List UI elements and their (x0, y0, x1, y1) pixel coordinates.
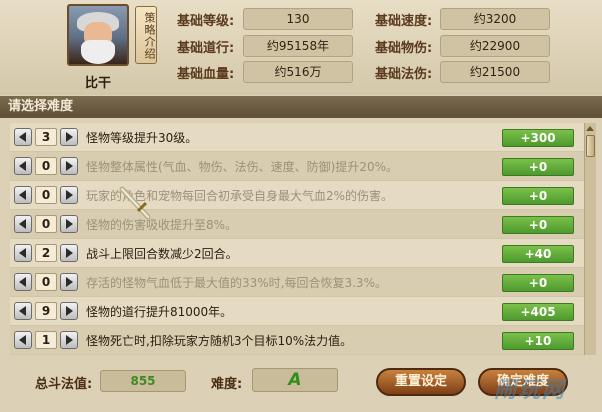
strategy-intro-button[interactable]: 策略介绍 (135, 6, 157, 64)
difficulty-description: 怪物的伤害吸收提升至8%。 (86, 218, 238, 232)
increase-button[interactable] (60, 244, 78, 262)
difficulty-description: 怪物死亡时,扣除玩家方随机3个目标10%法力值。 (86, 334, 353, 348)
difficulty-row: 0 怪物的伤害吸收提升至8%。 +0 (10, 210, 584, 239)
stat-label-speed: 基础速度: (375, 14, 433, 29)
difficulty-panel-title: 请选择难度 (0, 96, 602, 118)
stat-value-magic-dmg: 约21500 (440, 61, 550, 83)
stat-value-phys-dmg: 约22900 (440, 35, 550, 57)
total-power-label: 总斗法值: (35, 377, 93, 392)
decrease-button[interactable] (14, 128, 32, 146)
bonus-value: +405 (502, 303, 574, 321)
difficulty-description: 怪物的道行提升81000年。 (86, 305, 233, 319)
stat-label-level: 基础等级: (177, 14, 235, 29)
difficulty-window: 比干 策略介绍 基础等级: 130 基础道行: 约95158年 基础血量: 约5… (0, 0, 602, 412)
increase-button[interactable] (60, 215, 78, 233)
portrait-beard (81, 40, 115, 64)
stat-label-hp: 基础血量: (177, 67, 235, 82)
decrease-button[interactable] (14, 302, 32, 320)
decrease-button[interactable] (14, 157, 32, 175)
decrease-button[interactable] (14, 273, 32, 291)
difficulty-row: 0 玩家的角色和宠物每回合初承受自身最大气血2%的伤害。 +0 (10, 181, 584, 210)
difficulty-level: 1 (35, 331, 57, 349)
stat-label-phys-dmg: 基础物伤: (375, 41, 433, 56)
stat-label-magic-dmg: 基础法伤: (375, 67, 433, 82)
difficulty-description: 存活的怪物气血低于最大值的33%时,每回合恢复3.3%。 (86, 276, 387, 290)
stat-label-daoxing: 基础道行: (177, 41, 235, 56)
bonus-value: +300 (502, 129, 574, 147)
increase-button[interactable] (60, 157, 78, 175)
increase-button[interactable] (60, 331, 78, 349)
list-scrollbar[interactable] (584, 123, 596, 355)
reset-settings-button[interactable]: 重置设定 (376, 368, 466, 396)
increase-button[interactable] (60, 186, 78, 204)
stat-value-hp: 约516万 (243, 61, 353, 83)
difficulty-row: 9 怪物的道行提升81000年。 +405 (10, 297, 584, 326)
difficulty-description: 怪物等级提升30级。 (86, 131, 198, 145)
difficulty-row: 0 存活的怪物气血低于最大值的33%时,每回合恢复3.3%。 +0 (10, 268, 584, 297)
total-power-value: 855 (100, 370, 186, 392)
bonus-value: +0 (502, 187, 574, 205)
stat-value-daoxing: 约95158年 (243, 35, 353, 57)
difficulty-level: 9 (35, 302, 57, 320)
difficulty-level: 3 (35, 128, 57, 146)
sword-cursor-icon (119, 186, 151, 220)
bonus-value: +40 (502, 245, 574, 263)
bonus-value: +0 (502, 274, 574, 292)
increase-button[interactable] (60, 302, 78, 320)
increase-button[interactable] (60, 128, 78, 146)
difficulty-level: 0 (35, 215, 57, 233)
scroll-thumb[interactable] (586, 135, 595, 157)
decrease-button[interactable] (14, 215, 32, 233)
character-portrait (67, 4, 129, 66)
scroll-up-arrow-icon[interactable] (586, 124, 595, 133)
difficulty-level: 2 (35, 244, 57, 262)
difficulty-row: 1 怪物死亡时,扣除玩家方随机3个目标10%法力值。 +10 (10, 326, 584, 355)
character-name: 比干 (84, 76, 111, 91)
bonus-value: +10 (502, 332, 574, 350)
difficulty-description: 战斗上限回合数减少2回合。 (86, 247, 238, 261)
increase-button[interactable] (60, 273, 78, 291)
decrease-button[interactable] (14, 331, 32, 349)
difficulty-row: 3 怪物等级提升30级。 +300 (10, 123, 584, 152)
difficulty-level: 0 (35, 157, 57, 175)
difficulty-level: 0 (35, 186, 57, 204)
stat-value-speed: 约3200 (440, 8, 550, 30)
character-header: 比干 策略介绍 基础等级: 130 基础道行: 约95158年 基础血量: 约5… (0, 0, 602, 95)
difficulty-level: 0 (35, 273, 57, 291)
difficulty-description: 怪物整体属性(气血、物伤、法伤、速度、防御)提升20%。 (86, 160, 399, 174)
difficulty-row: 2 战斗上限回合数减少2回合。 +40 (10, 239, 584, 268)
decrease-button[interactable] (14, 186, 32, 204)
difficulty-list: 3 怪物等级提升30级。 +300 0 怪物整体属性(气血、物伤、法伤、速度、防… (10, 123, 584, 355)
stat-value-level: 130 (243, 8, 353, 30)
difficulty-grade-label: 难度: (211, 377, 243, 392)
site-watermark: 闹玩网 (494, 378, 567, 403)
decrease-button[interactable] (14, 244, 32, 262)
difficulty-row: 0 怪物整体属性(气血、物伤、法伤、速度、防御)提升20%。 +0 (10, 152, 584, 181)
bonus-value: +0 (502, 216, 574, 234)
bonus-value: +0 (502, 158, 574, 176)
difficulty-grade-value: A (252, 368, 338, 392)
